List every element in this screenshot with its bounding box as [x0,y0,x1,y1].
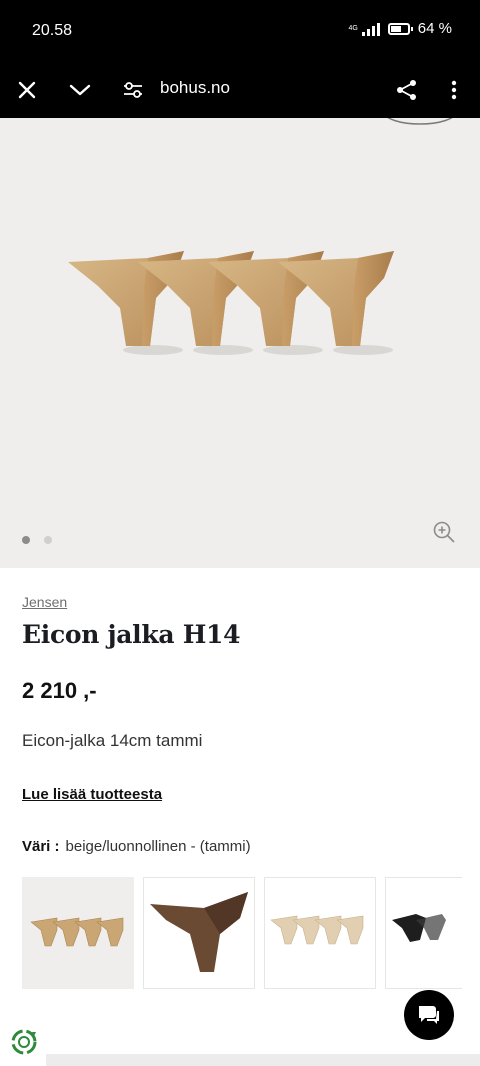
chevron-down-icon[interactable] [66,76,94,104]
swatch-black[interactable]: › [385,877,462,989]
gallery-dot[interactable] [22,536,30,544]
product-price: 2 210 ,- [22,678,97,703]
recycle-icon[interactable] [8,1026,40,1058]
battery-level [390,25,402,32]
wooden-leg [278,251,394,355]
product-image [68,118,453,355]
swatch-oak-natural[interactable] [22,877,134,989]
status-time: 20.58 [32,22,73,39]
product-image-gallery[interactable] [0,118,480,568]
product-title: Eicon jalka H14 [22,620,241,649]
chat-button[interactable] [404,990,454,1040]
status-bar: 20.58 4G 64 % [0,0,480,62]
color-selection: Väri : beige/luonnollinen - (tammi) [22,838,251,855]
bottom-bar [46,1054,480,1066]
network-type: 4G [348,25,358,32]
chat-icon [419,1006,439,1024]
battery-icon [387,22,413,35]
product-description: Eicon-jalka 14cm tammi [22,731,203,750]
color-value: beige/luonnollinen - (tammi) [65,838,251,855]
swatch-dark-brown[interactable] [143,877,255,989]
browser-toolbar: bohus.no [0,62,480,118]
color-swatch-list: › [22,877,462,989]
share-icon[interactable] [393,76,421,104]
brand-link[interactable]: Jensen [22,594,67,610]
swatch-light-beige[interactable] [264,877,376,989]
signal-icon [361,22,380,36]
status-indicators: 4G 64 % [348,20,452,37]
gallery-dots[interactable] [22,536,52,544]
zoom-in-icon[interactable] [432,520,456,544]
gallery-dot[interactable] [44,536,52,544]
more-icon[interactable] [440,76,468,104]
site-settings-icon[interactable] [119,76,147,104]
read-more-link[interactable]: Lue lisää tuotteesta [22,786,162,803]
battery-percent: 64 % [417,20,452,37]
close-icon[interactable] [13,76,41,104]
url-field[interactable]: bohus.no [160,78,230,98]
color-label: Väri : [22,838,60,855]
